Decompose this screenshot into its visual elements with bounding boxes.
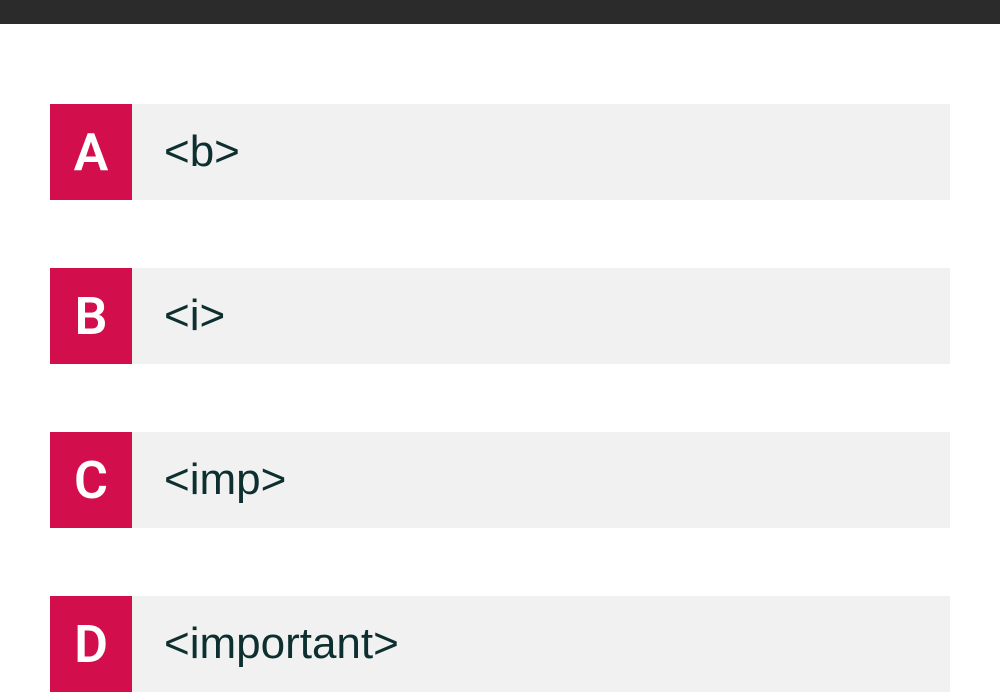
answer-option-a[interactable]: A <b>: [50, 104, 950, 200]
option-text: <i>: [132, 268, 950, 364]
answer-options-list: A <b> B <i> C <imp> D <important>: [0, 24, 1000, 692]
answer-option-c[interactable]: C <imp>: [50, 432, 950, 528]
option-letter: D: [50, 596, 132, 692]
top-bar: [0, 0, 1000, 24]
answer-option-b[interactable]: B <i>: [50, 268, 950, 364]
option-text: <b>: [132, 104, 950, 200]
answer-option-d[interactable]: D <important>: [50, 596, 950, 692]
option-text: <important>: [132, 596, 950, 692]
option-letter: A: [50, 104, 132, 200]
option-letter: B: [50, 268, 132, 364]
option-text: <imp>: [132, 432, 950, 528]
option-letter: C: [50, 432, 132, 528]
